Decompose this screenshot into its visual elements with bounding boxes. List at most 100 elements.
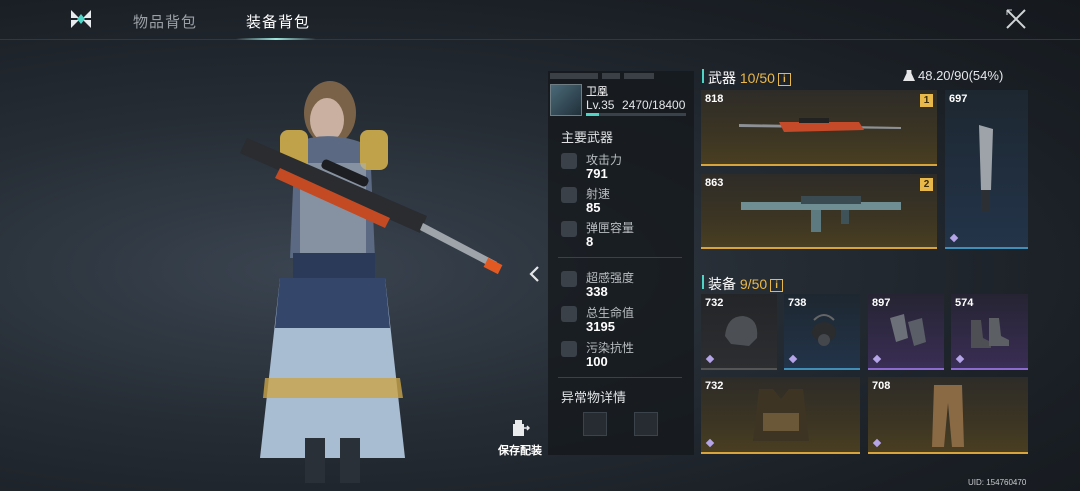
player-name: 卫凰 [586,86,608,98]
tab-equipment-backpack[interactable]: 装备背包 [246,11,310,32]
rarity-diamond-icon [872,354,882,364]
gear-label: 装备 [708,276,736,292]
player-level: Lv.35 [586,98,615,112]
rarity-diamond-icon [705,354,715,364]
collapse-arrow-icon[interactable] [528,265,542,283]
gas-mask-icon [812,314,836,346]
info-icon[interactable]: i [770,279,784,292]
gear-card-gloves[interactable]: 897 [868,294,944,370]
weapon-card-machete[interactable]: 697 [945,90,1028,249]
avatar[interactable] [550,84,582,116]
gear-card-helmet[interactable]: 732 [701,294,777,370]
sniper-rifle-icon [739,118,901,132]
rarity-bar [701,452,860,454]
power-value: 818 [705,93,724,105]
heart-icon [561,306,577,322]
player-exp: 2470/18400 [622,98,686,112]
gear-title: 装备 9/50 i [708,274,784,294]
game-logo-icon[interactable] [69,8,93,30]
user-id: UID: 154760470 [968,478,1027,487]
weapon-card-rifle[interactable]: 863 2 [701,174,937,249]
character-model [240,81,503,483]
main-weapon-title: 主要武器 [561,130,614,145]
rarity-diamond-icon [788,354,798,364]
close-icon[interactable] [1005,8,1027,30]
rarity-bar [951,368,1028,370]
vest-icon [753,389,809,441]
stat-value: 85 [586,200,601,215]
active-tab-indicator [236,38,316,40]
weapon-card-sniper[interactable]: 818 1 [701,90,937,166]
power-value: 732 [705,297,724,309]
info-icon[interactable]: i [777,73,791,86]
rarity-bar [868,368,944,370]
save-loadout-label: 保存配装 [498,445,542,457]
rarity-bar [784,368,860,370]
weapons-count: 10/50 [739,70,775,86]
rarity-bar [945,247,1028,249]
rarity-diamond-icon [705,438,715,448]
stat-value: 8 [586,234,594,249]
stat-psi: 超感强度 338 [561,269,686,303]
stats-panel-header [548,71,694,81]
power-value: 738 [788,297,807,309]
magazine-icon [561,221,577,237]
power-value: 708 [872,380,891,392]
weight-value: 48.20/90(54%) [918,68,1004,83]
power-value: 732 [705,380,724,392]
rarity-diamond-icon [949,233,959,243]
stat-value: 338 [586,284,608,299]
machete-icon [979,125,993,212]
crosshair-icon [561,153,577,169]
stat-health: 总生命值 3195 [561,304,686,338]
gear-card-pants[interactable]: 708 [868,377,1028,454]
rarity-bar [701,368,777,370]
weight-icon [903,70,915,81]
gear-card-vest[interactable]: 732 [701,377,860,454]
exp-progress-bar [586,113,686,116]
divider [558,257,682,258]
stat-fire-rate: 射速 85 [561,185,686,219]
pants-icon [932,385,964,447]
rarity-bar [868,452,1028,454]
gear-bar [702,275,704,289]
gloves-icon [890,314,926,346]
stat-attack: 攻击力 791 [561,151,686,185]
power-value: 863 [705,177,724,189]
radiation-icon [561,341,577,357]
speed-icon [561,187,577,203]
stat-magazine: 弹匣容量 8 [561,219,686,253]
stat-value: 100 [586,354,608,369]
tab-item-backpack[interactable]: 物品背包 [133,11,197,32]
slot-badge: 2 [920,178,933,191]
anomaly-title: 异常物详情 [561,390,627,405]
divider [558,377,682,378]
slot-badge: 1 [920,94,933,107]
weapons-bar [702,69,704,83]
rarity-bar [701,164,937,166]
boots-icon [971,318,1009,348]
gear-card-boots[interactable]: 574 [951,294,1028,370]
save-loadout-button[interactable]: 保存配装 [497,418,543,459]
gear-card-gas-mask[interactable]: 738 [784,294,860,370]
gear-count: 9/50 [739,276,768,292]
save-loadout-icon [513,420,530,436]
power-value: 697 [949,93,968,105]
assault-rifle-icon [741,196,901,232]
weapons-label: 武器 [708,70,736,86]
weapons-title: 武器 10/50 i [708,68,791,88]
anomaly-slot-1[interactable] [583,412,607,436]
rarity-diamond-icon [872,438,882,448]
weight-indicator: 48.20/90(54%) [903,68,1003,83]
stat-value: 791 [586,166,608,181]
rarity-diamond-icon [955,354,965,364]
psi-icon [561,271,577,287]
top-bar: 物品背包 装备背包 [0,0,1080,40]
anomaly-slot-2[interactable] [634,412,658,436]
stats-panel: 卫凰 Lv.35 2470/18400 主要武器 攻击力 791 射速 85 弹匣容… [548,71,694,455]
stat-pollution-resist: 污染抗性 100 [561,339,686,373]
power-value: 574 [955,297,974,309]
helmet-icon [725,316,758,346]
stat-value: 3195 [586,319,615,334]
rarity-bar [701,247,937,249]
